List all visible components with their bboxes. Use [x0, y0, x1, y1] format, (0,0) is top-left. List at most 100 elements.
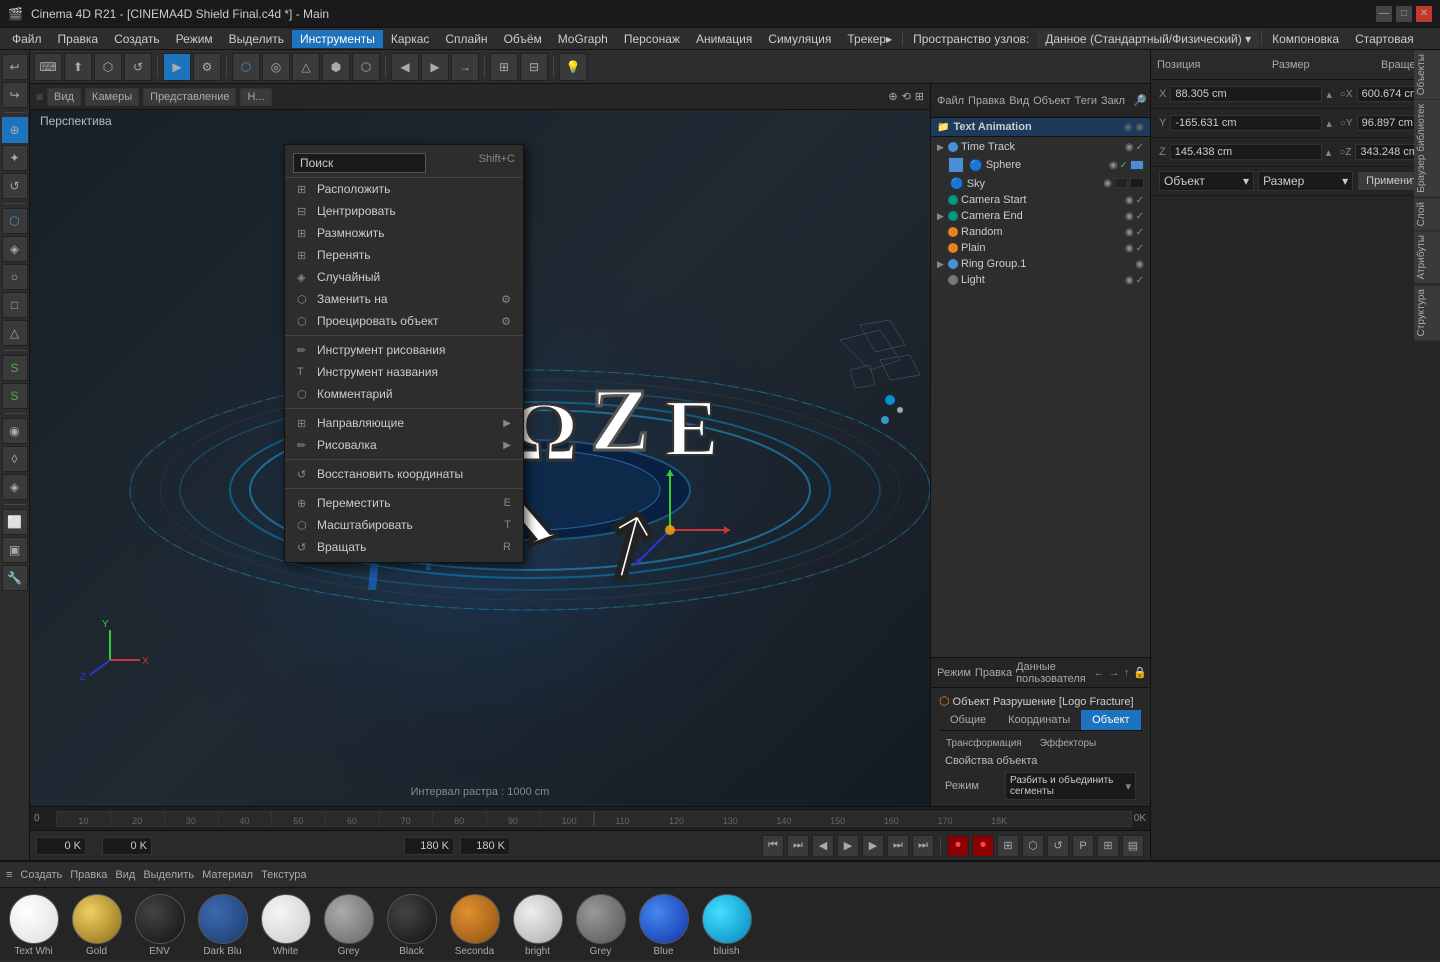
tool-object[interactable]: ⬡	[2, 208, 28, 234]
tb-light[interactable]: 💡	[559, 53, 587, 81]
menu-duplicate[interactable]: ⊞ Размножить	[285, 222, 523, 244]
transport-step-fwd-btn[interactable]: ▶	[862, 835, 884, 857]
attr-tab-coords[interactable]: Координаты	[997, 710, 1081, 730]
rp-menu-edit[interactable]: Правка	[968, 95, 1005, 107]
tool-select[interactable]: ✦	[2, 145, 28, 171]
menu-character[interactable]: Персонаж	[616, 30, 688, 48]
menu-edit[interactable]: Правка	[50, 30, 107, 48]
mat-menu-material[interactable]: Материал	[202, 869, 253, 881]
menu-scale[interactable]: ⬡ Масштабировать T	[285, 514, 523, 536]
material-item-black[interactable]: Black	[384, 894, 439, 957]
menu-guides[interactable]: ⊞ Направляющие ▶	[285, 412, 523, 434]
viewport-menu-display[interactable]: Представление	[143, 88, 236, 106]
attr-menu-edit[interactable]: Правка	[975, 667, 1012, 679]
transport-loop-btn[interactable]: ↺	[1047, 835, 1069, 857]
menu-transfer[interactable]: ⊞ Перенять	[285, 244, 523, 266]
tool-misc3[interactable]: ◈	[2, 474, 28, 500]
tool-undo[interactable]: ↩	[2, 54, 28, 80]
transport-frame-input[interactable]	[102, 837, 152, 855]
rap-z-spin-icon[interactable]: ▴	[1326, 146, 1332, 159]
menu-mograph[interactable]: MoGraph	[550, 30, 616, 48]
tb-arrow-l[interactable]: ◀	[391, 53, 419, 81]
tb-rotate[interactable]: ↺	[124, 53, 152, 81]
material-item-gold[interactable]: Gold	[69, 894, 124, 957]
tool-paint[interactable]: ◈	[2, 236, 28, 262]
viewport-icon-2[interactable]: ⟲	[902, 90, 911, 103]
tree-item-sphere[interactable]: 🔵 Sphere ◉ ✓	[931, 155, 1150, 175]
menu-comment[interactable]: ⬡ Комментарий	[285, 383, 523, 405]
menu-arrange[interactable]: ⊞ Расположить	[285, 178, 523, 200]
material-item-grey1[interactable]: Grey	[321, 894, 376, 957]
tb-grid2[interactable]: ⊞	[490, 53, 518, 81]
menu-select[interactable]: Выделить	[221, 30, 292, 48]
rap-coord-system-dropdown[interactable]: Объект ▾	[1159, 171, 1254, 191]
dropdown-search-input[interactable]	[293, 153, 426, 173]
material-item-env[interactable]: ENV	[132, 894, 187, 957]
material-item-blue[interactable]: Blue	[636, 894, 691, 957]
mat-menu-toggle[interactable]: ≡	[6, 869, 12, 881]
menu-rotate[interactable]: ↺ Вращать R	[285, 536, 523, 558]
minimize-button[interactable]: —	[1376, 6, 1392, 22]
menu-name-tool[interactable]: T Инструмент названия	[285, 361, 523, 383]
menu-animation[interactable]: Анимация	[688, 30, 760, 48]
menu-simulation[interactable]: Симуляция	[760, 30, 839, 48]
menu-startup[interactable]: Стартовая	[1347, 30, 1422, 48]
transport-start-btn[interactable]: ⏮	[762, 835, 784, 857]
menu-layout[interactable]: Компоновка	[1264, 30, 1347, 48]
menu-tracker[interactable]: Трекер▸	[839, 30, 900, 48]
mat-menu-edit[interactable]: Правка	[70, 869, 107, 881]
mat-menu-view[interactable]: Вид	[115, 869, 135, 881]
rap-z-pos-field[interactable]	[1170, 144, 1322, 160]
viewport-menu-camera[interactable]: Камеры	[85, 88, 139, 106]
menu-random[interactable]: ◈ Случайный	[285, 266, 523, 288]
tool-redo[interactable]: ↪	[2, 82, 28, 108]
transport-play-btn[interactable]: ▶	[837, 835, 859, 857]
menu-nodespace-value[interactable]: Данное (Стандартный/Физический) ▾	[1037, 30, 1259, 48]
transport-step-back-btn[interactable]: ◀	[812, 835, 834, 857]
viewport-menu-view[interactable]: Вид	[47, 88, 81, 106]
maximize-button[interactable]: □	[1396, 6, 1412, 22]
menu-volume[interactable]: Объём	[496, 30, 550, 48]
tb-hex2[interactable]: ⬡	[352, 53, 380, 81]
attr-tab-object[interactable]: Объект	[1081, 710, 1140, 730]
tb-obj1[interactable]: ⬡	[94, 53, 122, 81]
side-tab-objects[interactable]: Объекты	[1414, 50, 1440, 99]
tool-rotate[interactable]: ↺	[2, 173, 28, 199]
tb-sphere[interactable]: ◎	[262, 53, 290, 81]
tool-settings[interactable]: 🔧	[2, 565, 28, 591]
attr-tab-transform[interactable]: Трансформация	[939, 735, 1029, 752]
tb-play[interactable]: ▶	[163, 53, 191, 81]
material-item-white[interactable]: White	[258, 894, 313, 957]
menu-center[interactable]: ⊟ Центрировать	[285, 200, 523, 222]
material-item-bluish[interactable]: bluish	[699, 894, 754, 957]
attr-tab-effectors[interactable]: Эффекторы	[1033, 735, 1103, 752]
side-tab-attr[interactable]: Атрибуты	[1414, 231, 1440, 283]
tb-cube2[interactable]: ⬢	[322, 53, 350, 81]
viewport-menu-n[interactable]: Н...	[240, 88, 271, 106]
menu-sketcher[interactable]: ✏ Рисовалка ▶	[285, 434, 523, 456]
viewport-icon-3[interactable]: ⊞	[915, 90, 924, 103]
tool-hex[interactable]: S	[2, 383, 28, 409]
menu-tools[interactable]: Инструменты	[292, 30, 383, 48]
tool-circle[interactable]: ○	[2, 264, 28, 290]
material-item-darkblu[interactable]: Dark Blu	[195, 894, 250, 957]
transport-end1-input[interactable]	[404, 837, 454, 855]
tb-arr2[interactable]: →	[451, 53, 479, 81]
viewport[interactable]: ≡ Вид Камеры Представление Н... ⊕ ⟲ ⊞ Пе…	[30, 84, 930, 806]
tb-up[interactable]: ⬆	[64, 53, 92, 81]
tree-item-camstart[interactable]: Camera Start ◉ ✓	[931, 192, 1150, 208]
rap-x-spin-icon[interactable]: ▴	[1326, 88, 1332, 101]
menu-mode[interactable]: Режим	[168, 30, 221, 48]
transport-end2-input[interactable]	[460, 837, 510, 855]
tb-cube[interactable]: ⬡	[232, 53, 260, 81]
tool-move[interactable]: ⊕	[2, 117, 28, 143]
attr-tab-general[interactable]: Общие	[939, 710, 997, 730]
menu-file[interactable]: Файл	[4, 30, 50, 48]
transport-memo-btn[interactable]: P	[1072, 835, 1094, 857]
tree-item-random[interactable]: Random ◉ ✓	[931, 224, 1150, 240]
transport-key-set-btn[interactable]: ⊞	[997, 835, 1019, 857]
rp-icon-search[interactable]: 🔎	[1133, 94, 1147, 107]
material-item-textwhi[interactable]: Text Whi	[6, 894, 61, 957]
rap-x-pos-field[interactable]	[1170, 86, 1322, 102]
rp-menu-tags[interactable]: Теги	[1075, 95, 1097, 107]
